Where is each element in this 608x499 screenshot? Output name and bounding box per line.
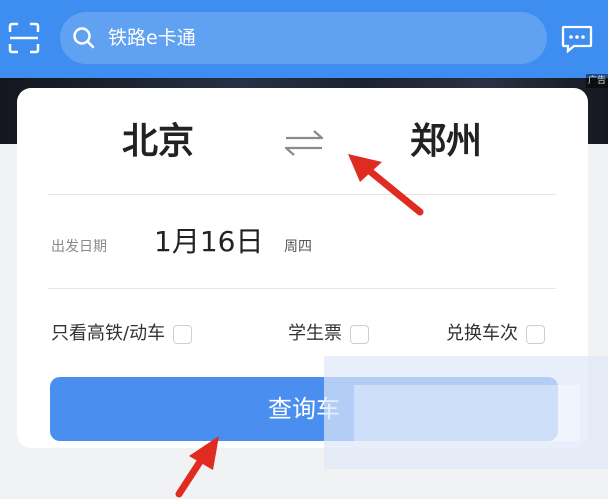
divider — [48, 288, 556, 289]
option-high-speed[interactable]: 只看高铁/动车 — [51, 322, 193, 346]
exchange-train-checkbox[interactable] — [526, 324, 545, 344]
scan-icon[interactable] — [8, 22, 40, 54]
search-placeholder: 铁路e卡通 — [108, 27, 196, 49]
from-city[interactable]: 北京 — [122, 118, 194, 166]
option-label: 兑换车次 — [446, 323, 518, 344]
option-label: 学生票 — [288, 323, 342, 344]
ad-tag: 广告 — [586, 74, 608, 88]
option-label: 只看高铁/动车 — [51, 323, 166, 344]
option-student-ticket[interactable]: 学生票 — [288, 322, 369, 346]
annotation-arrow-icon — [348, 154, 424, 216]
student-ticket-checkbox[interactable] — [350, 324, 369, 344]
divider — [48, 194, 556, 195]
search-icon — [72, 26, 96, 50]
departure-date[interactable]: 1月16日 — [154, 222, 263, 262]
weekday-label: 周四 — [284, 239, 312, 255]
high-speed-checkbox[interactable] — [173, 324, 193, 344]
date-label: 出发日期 — [51, 239, 107, 255]
search-bar[interactable]: 铁路e卡通 — [60, 12, 547, 64]
watermark-overlay — [354, 385, 580, 441]
option-exchange-train[interactable]: 兑换车次 — [446, 322, 545, 346]
message-icon[interactable] — [560, 22, 594, 56]
top-bar: 铁路e卡通 — [0, 0, 608, 78]
annotation-arrow-icon — [175, 436, 219, 498]
swap-arrows-icon[interactable] — [278, 126, 330, 160]
